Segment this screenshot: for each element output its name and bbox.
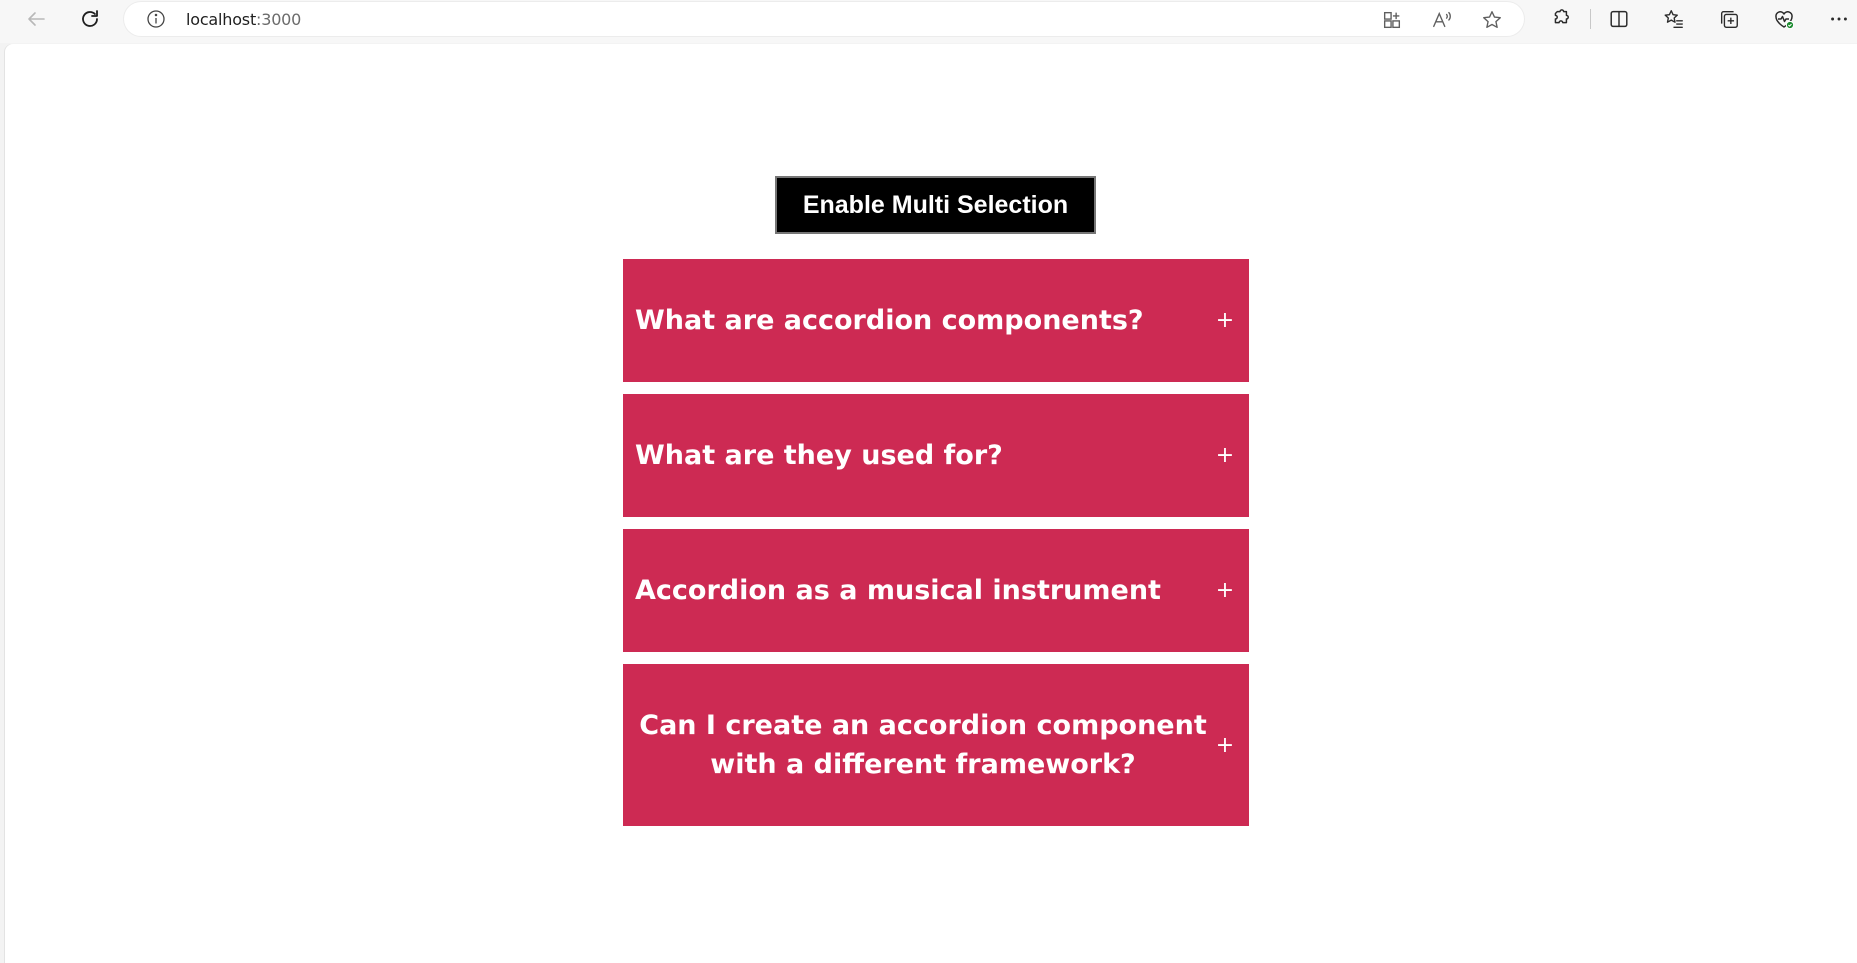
- reload-button[interactable]: [70, 0, 110, 38]
- star-icon[interactable]: [1480, 8, 1504, 32]
- read-aloud-icon[interactable]: [1430, 8, 1454, 32]
- address-bar[interactable]: localhost:3000: [124, 2, 1524, 36]
- browser-essentials-icon[interactable]: [1771, 6, 1797, 32]
- accordion-item-musical-instrument[interactable]: Accordion as a musical instrument +: [623, 529, 1249, 652]
- reload-icon: [82, 10, 98, 27]
- url-host: localhost: [186, 10, 257, 29]
- plus-icon[interactable]: +: [1215, 308, 1235, 333]
- accordion: What are accordion components? + What ar…: [623, 259, 1249, 838]
- accordion-item-title: Accordion as a musical instrument: [635, 575, 1161, 606]
- url-port: :3000: [256, 10, 302, 29]
- more-icon[interactable]: [1826, 6, 1852, 32]
- accordion-item-used-for[interactable]: What are they used for? +: [623, 394, 1249, 517]
- accordion-item-title: What are they used for?: [635, 440, 1003, 471]
- plus-icon[interactable]: +: [1215, 443, 1235, 468]
- app-grid-icon[interactable]: [1380, 8, 1404, 32]
- collections-icon[interactable]: [1716, 6, 1742, 32]
- plus-icon[interactable]: +: [1215, 733, 1235, 758]
- enable-multi-selection-button[interactable]: Enable Multi Selection: [775, 176, 1096, 234]
- favorites-list-icon[interactable]: [1661, 6, 1687, 32]
- accordion-item-different-framework[interactable]: Can I create an accordion component with…: [623, 664, 1249, 826]
- arrow-left-icon: [28, 12, 45, 26]
- puzzle-icon[interactable]: [1547, 6, 1573, 32]
- accordion-item-title: Can I create an accordion component with…: [639, 710, 1207, 780]
- plus-icon[interactable]: +: [1215, 578, 1235, 603]
- browser-toolbar: localhost:3000: [0, 0, 1857, 43]
- url-text[interactable]: localhost:3000: [186, 10, 301, 29]
- split-screen-icon[interactable]: [1606, 6, 1632, 32]
- info-icon[interactable]: [146, 9, 166, 29]
- back-button[interactable]: [16, 0, 56, 38]
- accordion-item-accordion-components[interactable]: What are accordion components? +: [623, 259, 1249, 382]
- toolbar-divider: [1590, 9, 1591, 29]
- accordion-item-title: What are accordion components?: [635, 305, 1144, 336]
